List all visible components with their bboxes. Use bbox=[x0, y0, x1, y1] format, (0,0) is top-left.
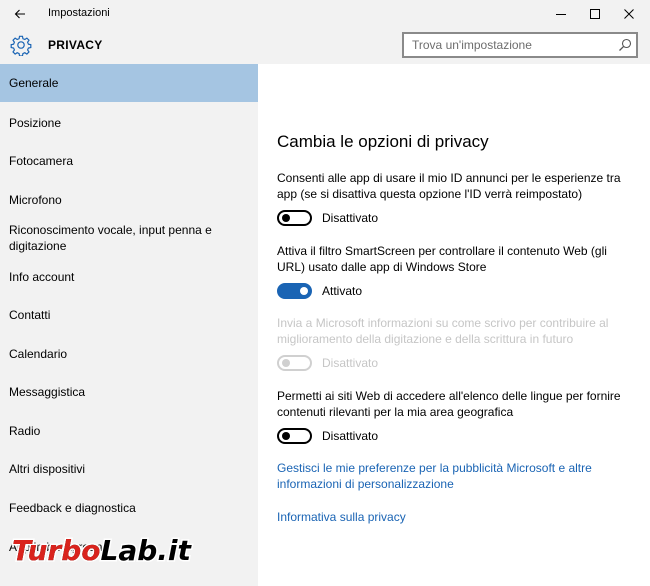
sidebar-item-label: Altri dispositivi bbox=[9, 462, 86, 476]
minimize-icon bbox=[556, 14, 566, 15]
option-description-typing: Invia a Microsoft informazioni su come s… bbox=[277, 316, 609, 346]
toggle-smartscreen[interactable] bbox=[277, 283, 312, 299]
sidebar-item-label: Calendario bbox=[9, 347, 68, 361]
search-icon[interactable] bbox=[618, 38, 632, 52]
sidebar-item-label: Microfono bbox=[9, 193, 62, 207]
sidebar-item-radio[interactable]: Radio bbox=[0, 412, 258, 450]
toggle-typing bbox=[277, 355, 312, 371]
sidebar-item-microfono[interactable]: Microfono bbox=[0, 181, 258, 219]
search-input[interactable]: Trova un'impostazione bbox=[402, 32, 638, 58]
sidebar-item-generale[interactable]: Generale bbox=[0, 64, 258, 102]
sidebar-item-contatti[interactable]: Contatti bbox=[0, 296, 258, 334]
svg-text:Turbo: Turbo bbox=[12, 534, 101, 567]
toggle-ad-id[interactable] bbox=[277, 210, 312, 226]
option-description-languages: Permetti ai siti Web di accedere all'ele… bbox=[277, 389, 621, 419]
toggle-state-label: Disattivato bbox=[322, 211, 379, 225]
search-placeholder: Trova un'impostazione bbox=[412, 38, 532, 52]
toggle-knob bbox=[282, 432, 290, 440]
sidebar-item-label: Posizione bbox=[9, 116, 62, 130]
title-bar: Impostazioni bbox=[0, 0, 650, 28]
link-ad-preferences[interactable]: Gestisci le mie preferenze per la pubbli… bbox=[277, 460, 617, 492]
content-heading: Cambia le opzioni di privacy bbox=[277, 132, 489, 151]
sidebar-item-posizione[interactable]: Posizione bbox=[0, 104, 258, 142]
sidebar-item-messaggistica[interactable]: Messaggistica bbox=[0, 373, 258, 411]
main-content: Cambia le opzioni di privacy Consenti al… bbox=[258, 64, 650, 586]
toggle-state-label: Disattivato bbox=[322, 356, 379, 370]
maximize-icon bbox=[590, 9, 600, 19]
sidebar-item-riconoscimento-vocale[interactable]: Riconoscimento vocale, input penna e dig… bbox=[0, 220, 258, 256]
minimize-button[interactable] bbox=[544, 0, 578, 28]
sidebar-item-fotocamera[interactable]: Fotocamera bbox=[0, 142, 258, 180]
toggle-state-label: Disattivato bbox=[322, 429, 379, 443]
toggle-state-label: Attivato bbox=[322, 284, 363, 298]
watermark-logo: TurboLab.it Turbo bbox=[8, 532, 244, 569]
back-button[interactable] bbox=[8, 2, 32, 26]
back-arrow-icon bbox=[14, 9, 25, 19]
window-title: Impostazioni bbox=[48, 7, 110, 19]
sidebar-item-info-account[interactable]: Info account bbox=[0, 258, 258, 296]
maximize-button[interactable] bbox=[578, 0, 612, 28]
sidebar-item-altri-dispositivi[interactable]: Altri dispositivi bbox=[0, 450, 258, 488]
toggle-knob bbox=[282, 359, 290, 367]
sidebar-item-calendario[interactable]: Calendario bbox=[0, 335, 258, 373]
close-button[interactable] bbox=[612, 0, 646, 28]
sidebar-item-label: Generale bbox=[9, 76, 59, 90]
page-title: PRIVACY bbox=[48, 38, 103, 52]
sidebar-item-label: Radio bbox=[9, 424, 41, 438]
sidebar-item-label: Feedback e diagnostica bbox=[9, 501, 136, 515]
turbolab-logo: TurboLab.it Turbo bbox=[11, 533, 195, 569]
sidebar-item-label: Messaggistica bbox=[9, 385, 86, 399]
gear-icon bbox=[10, 35, 32, 56]
option-description-ad-id: Consenti alle app di usare il mio ID ann… bbox=[277, 171, 621, 201]
sidebar-item-label: Info account bbox=[9, 270, 75, 284]
sidebar: Generale Posizione Fotocamera Microfono … bbox=[0, 64, 258, 586]
link-privacy-statement[interactable]: Informativa sulla privacy bbox=[277, 509, 617, 525]
sidebar-item-label: Riconoscimento vocale, input penna e dig… bbox=[9, 223, 212, 253]
toggle-knob bbox=[282, 214, 290, 222]
sidebar-item-label: Contatti bbox=[9, 308, 51, 322]
toggle-knob bbox=[300, 287, 308, 295]
sidebar-item-label: Fotocamera bbox=[9, 154, 74, 168]
close-icon bbox=[624, 9, 634, 19]
page-header: PRIVACY Trova un'impostazione bbox=[0, 28, 650, 64]
toggle-languages[interactable] bbox=[277, 428, 312, 444]
option-description-smartscreen: Attiva il filtro SmartScreen per control… bbox=[277, 244, 607, 274]
sidebar-item-feedback-diagnostica[interactable]: Feedback e diagnostica bbox=[0, 489, 258, 527]
